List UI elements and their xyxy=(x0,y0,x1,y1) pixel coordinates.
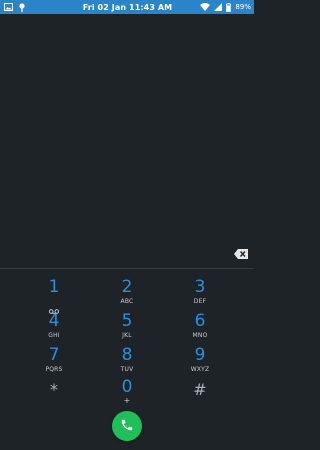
key-digit: 2 xyxy=(121,277,133,297)
key-letters: JKL xyxy=(122,332,132,339)
key-1[interactable]: 1 xyxy=(14,277,94,314)
key-digit: 3 xyxy=(194,277,206,297)
key-symbol: * xyxy=(50,380,58,399)
phone-icon xyxy=(120,417,134,436)
key-digit: 5 xyxy=(121,311,133,331)
key-pound[interactable]: # xyxy=(160,380,240,414)
key-letters: DEF xyxy=(193,298,207,305)
key-digit: 4 xyxy=(48,311,60,331)
battery-icon xyxy=(226,2,232,12)
key-2[interactable]: 2 ABC xyxy=(87,278,167,312)
status-datetime: Fri 02 Jan 11:43 AM xyxy=(82,2,173,12)
key-digit: 7 xyxy=(48,345,60,365)
key-letters: GHI xyxy=(48,332,60,339)
pin-icon xyxy=(19,2,25,12)
key-plus: + xyxy=(123,396,131,405)
key-digit: 9 xyxy=(194,345,206,365)
dial-keypad: 1 2 ABC 3 DEF 4 GHI 5 JKL 6 MNO 7 PQRS 8… xyxy=(0,272,254,410)
key-digit: 8 xyxy=(121,345,133,365)
key-3[interactable]: 3 DEF xyxy=(160,278,240,312)
key-9[interactable]: 9 WXYZ xyxy=(160,346,240,380)
key-letters: MNO xyxy=(192,332,208,339)
key-digit: 1 xyxy=(48,277,60,297)
number-display[interactable] xyxy=(0,14,254,270)
status-bar: Fri 02 Jan 11:43 AM 89% xyxy=(0,0,254,14)
key-0[interactable]: 0 + xyxy=(87,378,167,412)
key-letters: WXYZ xyxy=(190,366,210,373)
gallery-icon xyxy=(4,3,13,11)
key-letters: ABC xyxy=(120,298,134,305)
status-right: 89% xyxy=(191,2,251,12)
key-8[interactable]: 8 TUV xyxy=(87,346,167,380)
key-7[interactable]: 7 PQRS xyxy=(14,346,94,380)
key-letters: PQRS xyxy=(45,366,63,373)
key-digit: 6 xyxy=(194,311,206,331)
key-star[interactable]: * xyxy=(14,380,94,414)
key-letters: TUV xyxy=(120,366,134,373)
keypad-divider xyxy=(0,268,254,269)
backspace-icon[interactable] xyxy=(234,244,248,259)
key-digit: 0 xyxy=(121,377,133,397)
call-button[interactable] xyxy=(112,411,142,441)
key-5[interactable]: 5 JKL xyxy=(87,312,167,346)
key-6[interactable]: 6 MNO xyxy=(160,312,240,346)
status-left xyxy=(4,2,64,12)
wifi-icon xyxy=(200,3,211,11)
signal-icon xyxy=(214,3,223,11)
key-symbol: # xyxy=(193,380,207,399)
key-4[interactable]: 4 GHI xyxy=(14,312,94,346)
battery-percent: 89% xyxy=(235,3,251,11)
